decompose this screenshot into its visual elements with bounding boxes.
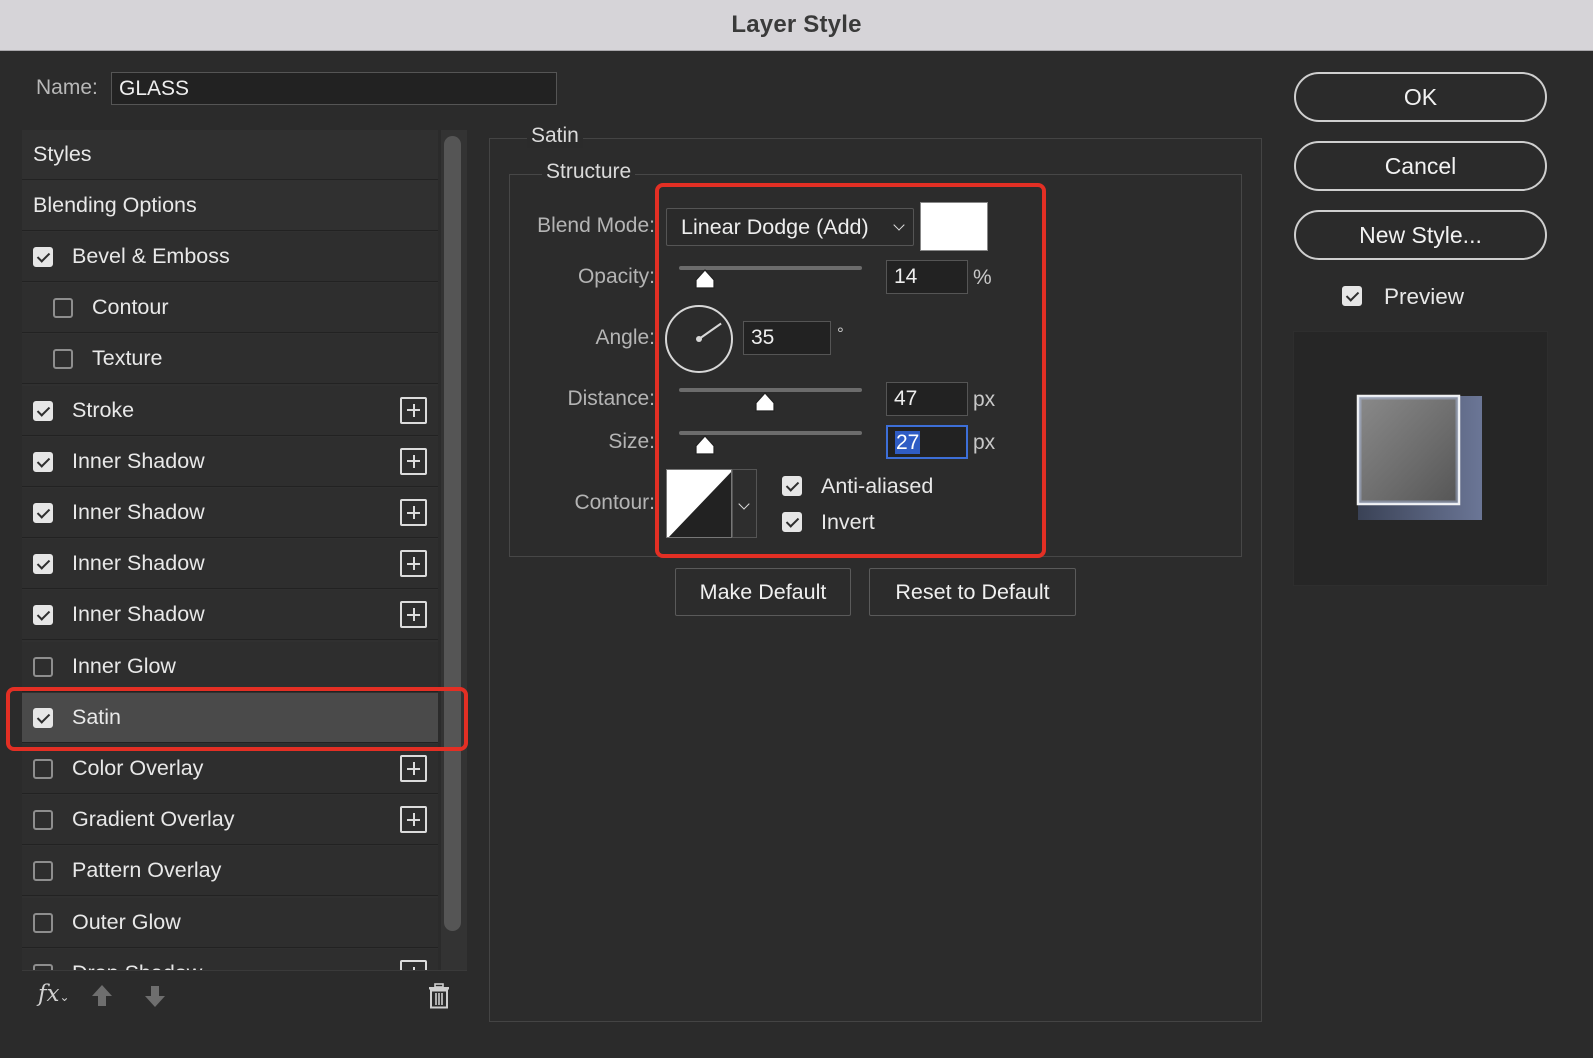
style-item-checkbox[interactable] bbox=[33, 759, 53, 779]
style-item-checkbox[interactable] bbox=[53, 349, 73, 370]
style-item[interactable]: Inner Glow bbox=[22, 641, 438, 692]
style-item-checkbox[interactable] bbox=[33, 554, 53, 575]
add-effect-plus-icon[interactable] bbox=[400, 396, 427, 424]
style-item-checkbox[interactable] bbox=[33, 451, 53, 472]
blending-options-item[interactable]: Blending Options bbox=[22, 181, 438, 231]
style-item-checkbox[interactable] bbox=[53, 298, 73, 319]
add-effect-plus-icon[interactable] bbox=[400, 806, 427, 834]
style-item-checkbox[interactable] bbox=[33, 912, 53, 933]
make-default-button[interactable]: Make Default bbox=[675, 568, 851, 616]
styles-header[interactable]: Styles bbox=[22, 130, 438, 180]
blending-options-label: Blending Options bbox=[33, 193, 197, 217]
reset-to-default-label: Reset to Default bbox=[895, 579, 1050, 604]
cancel-label: Cancel bbox=[1384, 152, 1457, 179]
style-item-label: Pattern Overlay bbox=[72, 858, 222, 883]
style-item-checkbox[interactable] bbox=[33, 503, 53, 523]
move-up-button[interactable] bbox=[90, 983, 114, 1014]
style-item-label: Gradient Overlay bbox=[72, 807, 235, 832]
style-item[interactable]: Color Overlay bbox=[22, 744, 438, 794]
style-item-label: Inner Glow bbox=[72, 653, 176, 678]
window-title: Layer Style bbox=[731, 11, 862, 38]
add-effect-plus-icon[interactable] bbox=[400, 499, 427, 526]
style-item-checkbox[interactable] bbox=[33, 861, 53, 882]
styles-scrollbar-thumb[interactable] bbox=[444, 136, 461, 931]
reset-to-default-button[interactable]: Reset to Default bbox=[869, 568, 1076, 616]
new-style-label: New Style... bbox=[1359, 221, 1482, 248]
style-item-label: Texture bbox=[92, 346, 163, 371]
style-item[interactable]: Inner Shadow bbox=[22, 488, 438, 538]
style-item[interactable]: Gradient Overlay bbox=[22, 795, 438, 846]
styles-list-footer: fx⌄ bbox=[22, 970, 467, 1020]
style-item-label: Drop Shadow bbox=[72, 961, 202, 970]
delete-effect-button[interactable] bbox=[427, 983, 451, 1014]
style-item-checkbox[interactable] bbox=[33, 400, 53, 421]
trash-icon bbox=[429, 983, 449, 1009]
style-item-label: Outer Glow bbox=[72, 909, 181, 934]
blend-mode-label: Blend Mode: bbox=[537, 214, 655, 237]
style-item[interactable]: Drop Shadow bbox=[22, 948, 438, 970]
style-item[interactable]: Inner Shadow bbox=[22, 590, 438, 641]
style-item-checkbox[interactable] bbox=[33, 656, 53, 677]
arrow-down-icon bbox=[145, 986, 165, 1007]
structure-settings-highlight bbox=[655, 183, 1046, 558]
preview-label: Preview bbox=[1384, 284, 1465, 309]
style-item[interactable]: Inner Shadow bbox=[22, 539, 438, 590]
add-effect-plus-icon[interactable] bbox=[400, 601, 427, 629]
style-item-label: Inner Shadow bbox=[72, 448, 205, 473]
style-item[interactable]: Contour bbox=[22, 283, 438, 334]
style-item-label: Stroke bbox=[72, 397, 135, 422]
style-item-label: Bevel & Emboss bbox=[72, 244, 230, 268]
styles-list: Styles Blending Options Bevel & Emboss Co… bbox=[22, 130, 438, 970]
cancel-button[interactable]: Cancel bbox=[1294, 141, 1547, 191]
style-item[interactable]: Pattern Overlay bbox=[22, 846, 438, 897]
add-effect-plus-icon[interactable] bbox=[400, 959, 427, 970]
style-item[interactable]: Bevel & Emboss bbox=[22, 232, 438, 282]
ok-label: OK bbox=[1403, 83, 1438, 110]
angle-label: Angle: bbox=[595, 326, 655, 349]
add-effect-plus-icon[interactable] bbox=[400, 550, 427, 578]
style-item-label: Inner Shadow bbox=[72, 602, 205, 627]
preview-thumbnail bbox=[1356, 394, 1482, 520]
style-item-checkbox[interactable] bbox=[33, 810, 53, 831]
style-item-label: Inner Shadow bbox=[72, 551, 205, 576]
preview-checkbox[interactable] bbox=[1342, 286, 1362, 306]
ok-button[interactable]: OK bbox=[1294, 72, 1547, 122]
style-item[interactable]: Inner Shadow bbox=[22, 436, 438, 487]
style-preview bbox=[1293, 331, 1548, 586]
opacity-label: Opacity: bbox=[577, 265, 655, 288]
name-label: Name: bbox=[36, 76, 98, 99]
fx-label: fx bbox=[38, 981, 60, 1007]
styles-header-label: Styles bbox=[33, 142, 92, 166]
style-item-label: Color Overlay bbox=[72, 756, 204, 780]
size-label: Size: bbox=[608, 430, 655, 453]
style-item-label: Contour bbox=[92, 295, 169, 320]
arrow-up-icon bbox=[92, 985, 112, 1006]
style-item[interactable]: Texture bbox=[22, 334, 438, 385]
satin-selection-highlight bbox=[6, 687, 468, 751]
new-style-button[interactable]: New Style... bbox=[1294, 210, 1547, 260]
title-bar: Layer Style bbox=[0, 0, 1593, 51]
style-item-checkbox[interactable] bbox=[33, 605, 53, 626]
add-effect-plus-icon[interactable] bbox=[400, 755, 427, 782]
style-item-label: Inner Shadow bbox=[72, 500, 205, 524]
panel-title: Satin bbox=[527, 124, 583, 148]
structure-title: Structure bbox=[542, 160, 636, 184]
add-effect-plus-icon[interactable] bbox=[400, 447, 427, 475]
style-item[interactable]: Outer Glow bbox=[22, 897, 438, 948]
move-down-button[interactable] bbox=[143, 983, 167, 1014]
make-default-label: Make Default bbox=[699, 579, 827, 604]
contour-label: Contour: bbox=[574, 491, 655, 514]
name-input[interactable]: GLASS bbox=[111, 72, 557, 105]
distance-label: Distance: bbox=[567, 387, 655, 410]
style-item-checkbox[interactable] bbox=[33, 247, 53, 267]
fx-button[interactable]: fx⌄ bbox=[38, 981, 70, 1007]
style-item[interactable]: Stroke bbox=[22, 385, 438, 436]
